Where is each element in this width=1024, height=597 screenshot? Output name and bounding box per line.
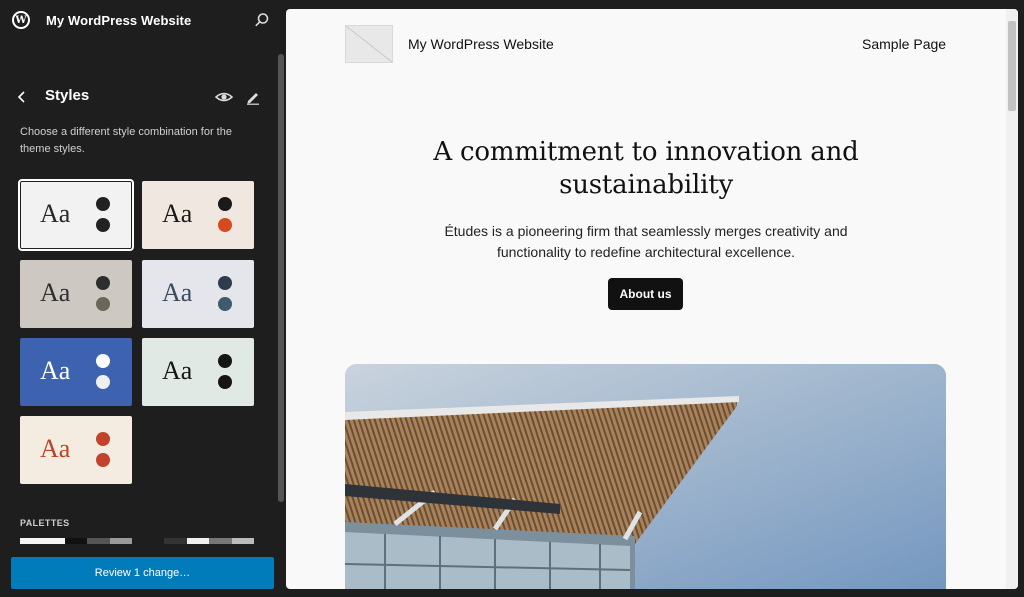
- about-us-button[interactable]: About us: [608, 278, 683, 310]
- variation-sample-text: Aa: [40, 199, 71, 228]
- chevron-left-icon: [17, 91, 25, 103]
- variation-color-dot: [96, 453, 110, 467]
- style-variation-7[interactable]: Aa: [20, 416, 132, 484]
- variation-color-dot: [218, 354, 232, 368]
- variation-sample-text: Aa: [40, 434, 71, 463]
- eye-icon[interactable]: [215, 89, 233, 105]
- variation-color-dot: [96, 218, 110, 232]
- sidebar-scrollbar-thumb[interactable]: [278, 54, 284, 502]
- hero-heading[interactable]: A commitment to innovation and sustainab…: [386, 136, 906, 202]
- variation-sample-text: Aa: [162, 199, 193, 228]
- palette-option-2[interactable]: [142, 538, 254, 544]
- variation-color-dot: [218, 218, 232, 232]
- variation-color-dot: [218, 276, 232, 290]
- variation-color-dot: [218, 375, 232, 389]
- variation-color-dot: [96, 276, 110, 290]
- palette-option-1[interactable]: [20, 538, 132, 544]
- editor-sidebar: W My WordPress Website Styles Choose a d…: [0, 0, 286, 597]
- style-variation-4[interactable]: Aa: [142, 260, 254, 328]
- variation-color-dot: [96, 297, 110, 311]
- nav-link-sample-page[interactable]: Sample Page: [862, 36, 946, 52]
- sidebar-scrollbar[interactable]: [278, 54, 284, 502]
- variation-color-dot: [96, 354, 110, 368]
- hero-paragraph[interactable]: Études is a pioneering firm that seamles…: [416, 221, 876, 263]
- variation-color-dot: [218, 297, 232, 311]
- style-variation-2[interactable]: Aa: [142, 181, 254, 249]
- panel-title: Styles: [45, 87, 90, 104]
- back-button[interactable]: [14, 88, 30, 106]
- variation-sample-text: Aa: [162, 356, 193, 385]
- hero-image-building[interactable]: [345, 364, 946, 589]
- style-variation-3[interactable]: Aa: [20, 260, 132, 328]
- styles-header: Styles: [0, 82, 286, 112]
- palettes-heading: PALETTES: [20, 518, 70, 528]
- sidebar-topbar: W My WordPress Website: [0, 0, 286, 40]
- style-variations-grid: Aa Aa Aa Aa Aa Aa Aa: [18, 179, 256, 486]
- variation-color-dot: [218, 197, 232, 211]
- site-logo-placeholder[interactable]: [345, 25, 393, 63]
- preview-scrollbar[interactable]: [1006, 9, 1018, 589]
- pencil-icon[interactable]: [245, 89, 261, 105]
- building-photo: [345, 364, 946, 589]
- styles-description: Choose a different style combination for…: [20, 126, 232, 155]
- preview-site-title[interactable]: My WordPress Website: [408, 36, 554, 52]
- preview-scrollbar-thumb[interactable]: [1008, 21, 1016, 111]
- review-changes-button[interactable]: Review 1 change…: [11, 557, 274, 589]
- style-variation-1[interactable]: Aa: [18, 179, 134, 251]
- variation-sample-text: Aa: [40, 356, 71, 385]
- style-variation-6[interactable]: Aa: [142, 338, 254, 406]
- variation-sample-text: Aa: [40, 278, 71, 307]
- search-icon[interactable]: [254, 12, 270, 28]
- image-placeholder-icon: [345, 25, 393, 63]
- variation-color-dot: [96, 375, 110, 389]
- site-title[interactable]: My WordPress Website: [46, 13, 191, 28]
- sidebar-footer: Review 1 change…: [0, 548, 286, 597]
- style-variation-5[interactable]: Aa: [20, 338, 132, 406]
- site-preview-canvas[interactable]: My WordPress Website Sample Page A commi…: [286, 9, 1018, 589]
- variation-sample-text: Aa: [162, 278, 193, 307]
- variation-color-dot: [96, 197, 110, 211]
- variation-color-dot: [96, 432, 110, 446]
- wordpress-logo-icon[interactable]: W: [12, 11, 30, 29]
